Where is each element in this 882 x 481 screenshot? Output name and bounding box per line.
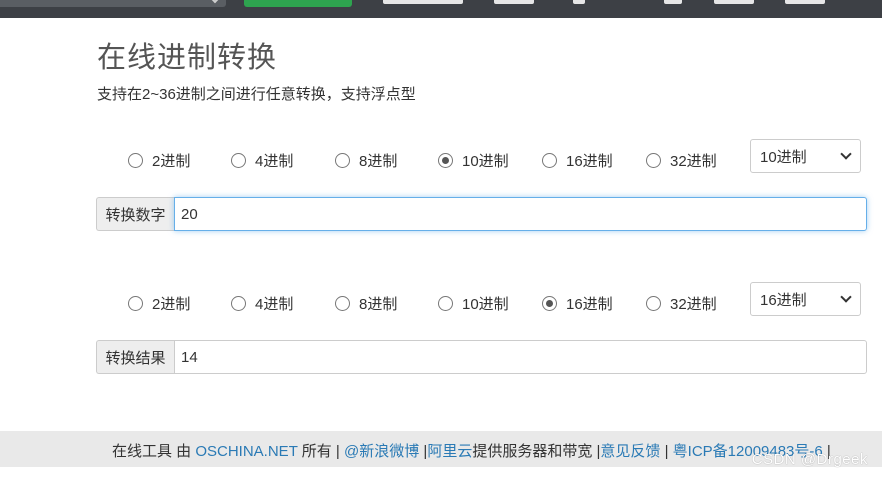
output-radio-8[interactable]: 8进制 — [335, 288, 397, 318]
output-radio-16[interactable]: 16进制 — [542, 288, 613, 318]
convert-result-label: 转换结果 — [96, 340, 174, 374]
convert-result-output[interactable]: 14 — [174, 340, 867, 374]
radio-label: 16进制 — [566, 152, 613, 170]
radio-button[interactable] — [646, 295, 661, 311]
select-value: 10进制 — [760, 148, 807, 166]
top-nav-bar — [0, 0, 882, 18]
chevron-down-icon — [840, 148, 852, 160]
radio-button[interactable] — [128, 152, 143, 168]
convert-number-label: 转换数字 — [96, 197, 174, 231]
nav-link[interactable] — [664, 0, 682, 4]
output-radio-32[interactable]: 32进制 — [646, 288, 717, 318]
convert-result-group: 转换结果 14 — [96, 340, 867, 374]
csdn-watermark: CSDN @Drgeek — [751, 451, 868, 468]
radio-label: 2进制 — [152, 152, 191, 170]
radio-button[interactable] — [128, 295, 143, 311]
convert-number-group: 转换数字 20 — [96, 197, 867, 231]
footer-text: 提供服务器和带宽 | — [472, 443, 601, 460]
input-radix-select[interactable]: 10进制 — [750, 139, 861, 173]
output-radio-10[interactable]: 10进制 — [438, 288, 509, 318]
radio-button[interactable] — [542, 295, 557, 311]
nav-search-box[interactable] — [0, 0, 226, 7]
radio-button[interactable] — [335, 152, 350, 168]
aliyun-link[interactable]: 阿里云 — [427, 443, 472, 460]
radio-label: 4进制 — [255, 295, 294, 313]
radio-label: 16进制 — [566, 295, 613, 313]
radio-button[interactable] — [335, 295, 350, 311]
footer-text: 所有 | — [297, 443, 344, 460]
radio-label: 2进制 — [152, 295, 191, 313]
weibo-link[interactable]: @新浪微博 — [344, 443, 419, 460]
page-subtitle: 支持在2~36进制之间进行任意转换，支持浮点型 — [97, 86, 416, 103]
footer-line: 在线工具 由 OSCHINA.NET 所有 | @新浪微博 | 阿里云提供服务器和… — [112, 440, 831, 461]
nav-link[interactable] — [714, 0, 754, 4]
input-value: 20 — [181, 205, 198, 223]
radio-button[interactable] — [231, 152, 246, 168]
radio-label: 32进制 — [670, 295, 717, 313]
radio-button[interactable] — [438, 295, 453, 311]
input-radio-10[interactable]: 10进制 — [438, 145, 509, 175]
radio-label: 32进制 — [670, 152, 717, 170]
radio-button[interactable] — [438, 152, 453, 168]
radio-label: 10进制 — [462, 152, 509, 170]
nav-link[interactable] — [383, 0, 463, 4]
radio-label: 4进制 — [255, 152, 294, 170]
output-radio-4[interactable]: 4进制 — [231, 288, 293, 318]
output-radio-2[interactable]: 2进制 — [128, 288, 190, 318]
footer: 在线工具 由 OSCHINA.NET 所有 | @新浪微博 | 阿里云提供服务器和… — [0, 431, 882, 467]
radio-label: 8进制 — [359, 152, 398, 170]
nav-link[interactable] — [573, 0, 585, 4]
radio-button[interactable] — [231, 295, 246, 311]
result-value: 14 — [181, 348, 198, 366]
nav-link[interactable] — [494, 0, 534, 4]
radio-label: 10进制 — [462, 295, 509, 313]
page-title: 在线进制转换 — [97, 42, 278, 74]
radio-button[interactable] — [646, 152, 661, 168]
convert-number-input[interactable]: 20 — [174, 197, 867, 231]
radio-button[interactable] — [542, 152, 557, 168]
footer-text: 在线工具 由 — [112, 443, 196, 460]
input-radio-8[interactable]: 8进制 — [335, 145, 397, 175]
nav-link[interactable] — [785, 0, 825, 4]
input-radio-2[interactable]: 2进制 — [128, 145, 190, 175]
select-value: 16进制 — [760, 291, 807, 309]
input-radio-4[interactable]: 4进制 — [231, 145, 293, 175]
input-radio-32[interactable]: 32进制 — [646, 145, 717, 175]
feedback-link[interactable]: 意见反馈 — [600, 443, 660, 460]
chevron-down-icon — [840, 291, 852, 303]
input-radio-16[interactable]: 16进制 — [542, 145, 613, 175]
output-radix-select[interactable]: 16进制 — [750, 282, 861, 316]
footer-separator: | — [660, 443, 673, 460]
radio-label: 8进制 — [359, 295, 398, 313]
nav-green-button[interactable] — [244, 0, 352, 7]
chevron-down-icon — [210, 0, 220, 4]
oschina-link[interactable]: OSCHINA.NET — [195, 443, 297, 460]
